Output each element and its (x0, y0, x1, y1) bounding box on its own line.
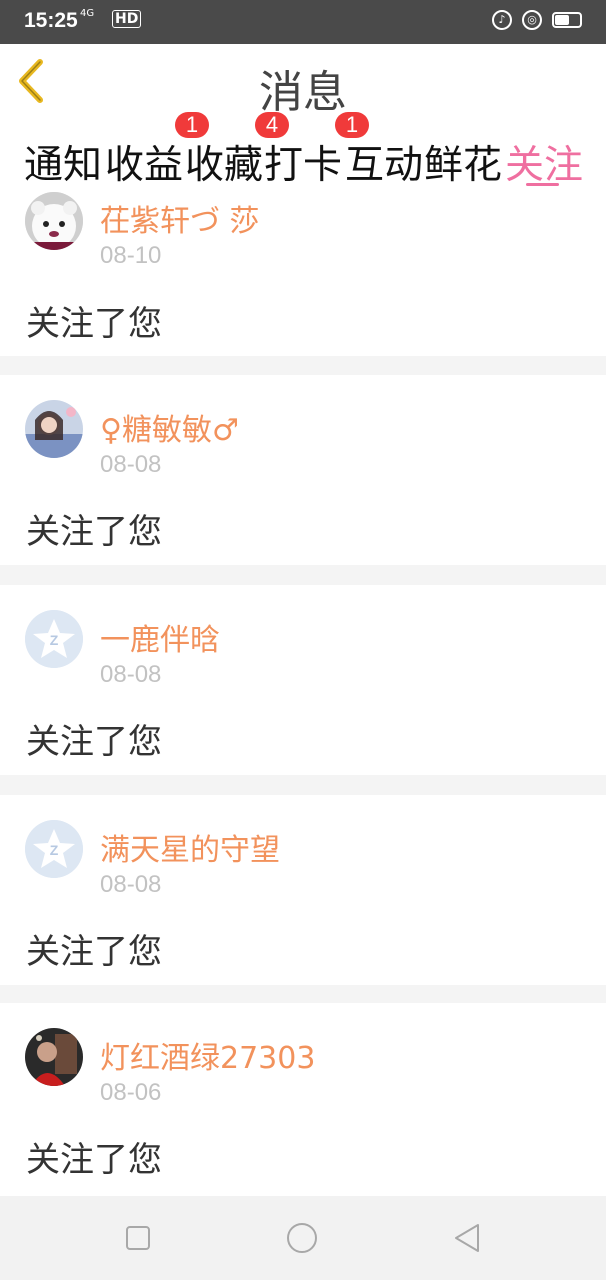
network-type: 4G (80, 8, 95, 19)
panda-avatar-icon[interactable] (25, 192, 83, 250)
list-item[interactable]: ♀糖敏敏♂ 08-08 关注了您 (0, 375, 606, 565)
photo-avatar-icon[interactable] (25, 400, 83, 458)
tab-favorites[interactable]: 收藏 (185, 134, 263, 190)
list-item[interactable]: 茌紫轩づ 莎 08-10 关注了您 (0, 186, 606, 356)
tab-bar: 通知 收益 收藏 打卡 互动 鲜花 关注 (0, 118, 606, 193)
svg-text:Z: Z (50, 632, 59, 648)
tab-notify[interactable]: 通知 (24, 134, 102, 190)
system-nav-bar (0, 1196, 606, 1280)
hd-indicator: HD (112, 10, 142, 28)
item-date: 08-08 (100, 661, 162, 688)
recents-square-icon (126, 1226, 150, 1250)
lock-rotation-icon: ◎ (522, 10, 542, 30)
item-date: 08-08 (100, 871, 162, 898)
badge-favorites: 4 (255, 112, 289, 138)
status-icons: ♪ ◎ (492, 10, 582, 30)
status-time: 15:25 (24, 9, 78, 32)
item-text: 关注了您 (26, 304, 162, 344)
item-date: 08-10 (100, 242, 162, 269)
home-button[interactable] (286, 1222, 318, 1254)
recents-button[interactable] (122, 1222, 154, 1254)
battery-icon (552, 12, 582, 28)
list-item[interactable]: Z 满天星的守望 08-08 关注了您 (0, 795, 606, 985)
tab-interaction[interactable]: 互动 (345, 134, 423, 190)
tab-earnings[interactable]: 收益 (105, 134, 183, 190)
tab-follow[interactable]: 关注 (505, 134, 583, 190)
user-name[interactable]: ♀糖敏敏♂ (100, 405, 239, 449)
user-name[interactable]: 灯红酒绿27303 (100, 1033, 315, 1077)
app-header: 消息 (0, 44, 606, 119)
list-item[interactable]: Z 一鹿伴晗 08-08 关注了您 (0, 585, 606, 775)
tab-checkin[interactable]: 打卡 (264, 134, 342, 190)
user-name[interactable]: 一鹿伴晗 (100, 615, 220, 659)
item-text: 关注了您 (26, 722, 162, 762)
item-text: 关注了您 (26, 1140, 162, 1180)
vibrate-icon: ♪ (492, 10, 512, 30)
page-title: 消息 (259, 67, 347, 118)
list-item[interactable]: 灯红酒绿27303 08-06 关注了您 (0, 1003, 606, 1196)
status-bar: 15:25 4G HD ♪ ◎ (0, 0, 606, 44)
home-circle-icon (287, 1223, 317, 1253)
item-text: 关注了您 (26, 932, 162, 972)
item-text: 关注了您 (26, 512, 162, 552)
svg-text:Z: Z (50, 842, 59, 858)
default-star-avatar-icon[interactable]: Z (25, 610, 83, 668)
tab-flowers[interactable]: 鲜花 (424, 134, 502, 190)
user-name[interactable]: 满天星的守望 (100, 825, 280, 869)
item-date: 08-08 (100, 451, 162, 478)
badge-interaction: 1 (335, 112, 369, 138)
user-name[interactable]: 茌紫轩づ 莎 (100, 196, 260, 240)
back-nav-button[interactable] (452, 1222, 484, 1254)
badge-earnings: 1 (175, 112, 209, 138)
back-triangle-icon (455, 1224, 479, 1252)
photo-avatar-icon[interactable] (25, 1028, 83, 1086)
item-date: 08-06 (100, 1079, 162, 1106)
default-star-avatar-icon[interactable]: Z (25, 820, 83, 878)
